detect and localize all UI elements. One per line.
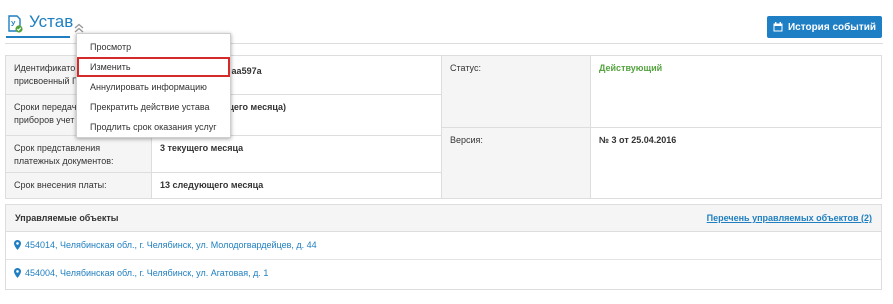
managed-objects-list-link[interactable]: Перечень управляемых объектов (2) xyxy=(707,213,872,223)
menu-item-view[interactable]: Просмотр xyxy=(77,37,230,57)
payment-value: 13 следующего месяца xyxy=(152,173,442,198)
managed-objects-title: Управляемые объекты xyxy=(15,213,119,223)
address-link[interactable]: 454014, Челябинская обл., г. Челябинск, … xyxy=(25,240,317,250)
menu-item-edit[interactable]: Изменить xyxy=(77,57,230,77)
managed-objects-panel: Управляемые объекты Перечень управляемых… xyxy=(5,204,882,290)
managed-objects-header: Управляемые объекты Перечень управляемых… xyxy=(6,205,881,232)
menu-item-annul[interactable]: Аннулировать информацию xyxy=(77,77,230,97)
version-value: № 3 от 25.04.2016 xyxy=(591,128,881,198)
calendar-icon xyxy=(773,22,783,32)
status-value: Действующий xyxy=(591,56,881,128)
title-underline xyxy=(6,36,70,38)
document-check-icon: У xyxy=(8,15,23,33)
list-item[interactable]: 454014, Челябинская обл., г. Челябинск, … xyxy=(6,232,881,260)
map-pin-icon xyxy=(14,240,21,250)
history-button[interactable]: История событий xyxy=(767,16,882,38)
svg-text:У: У xyxy=(11,21,16,28)
history-button-label: История событий xyxy=(787,21,877,33)
map-pin-icon xyxy=(14,268,21,278)
menu-item-terminate[interactable]: Прекратить действие устава xyxy=(77,97,230,117)
address-link[interactable]: 454004, Челябинская обл., г. Челябинск, … xyxy=(25,268,268,278)
list-item[interactable]: 454004, Челябинская обл., г. Челябинск, … xyxy=(6,260,881,288)
version-label: Версия: xyxy=(442,128,591,198)
menu-item-extend[interactable]: Продлить срок оказания услуг xyxy=(77,117,230,137)
status-label: Статус: xyxy=(442,56,591,128)
actions-dropdown-menu: Просмотр Изменить Аннулировать информаци… xyxy=(76,33,231,138)
docs-label: Срок представления платежных документов: xyxy=(6,136,152,173)
page-title: Устав xyxy=(29,12,74,31)
docs-value: 3 текущего месяца xyxy=(152,136,442,173)
payment-label: Срок внесения платы: xyxy=(6,173,152,198)
